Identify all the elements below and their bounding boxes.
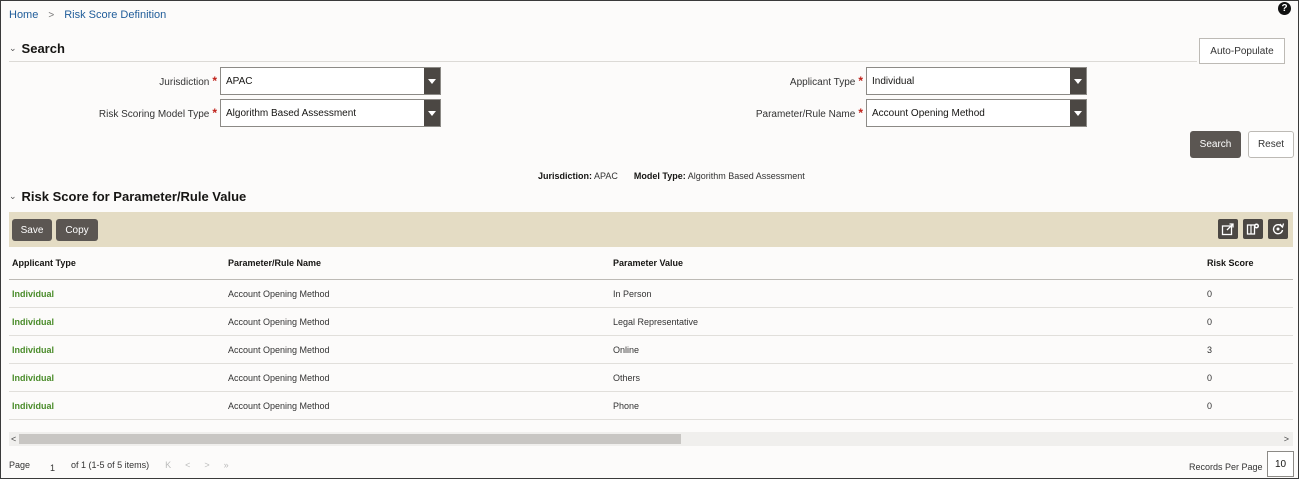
chevron-down-icon: ⌄ bbox=[9, 43, 17, 53]
results-toolbar bbox=[9, 212, 1293, 247]
required-mark: * bbox=[212, 106, 217, 120]
summary-jurisdiction: Jurisdiction: APAC bbox=[538, 171, 618, 181]
parameter-select[interactable]: Account Opening Method bbox=[866, 99, 1087, 127]
required-mark: * bbox=[858, 74, 863, 88]
applicant-type-value: Individual bbox=[872, 75, 915, 87]
summary-model: Model Type: Algorithm Based Assessment bbox=[634, 171, 805, 181]
parameter-value: Account Opening Method bbox=[872, 107, 985, 119]
required-mark: * bbox=[212, 74, 217, 88]
risk-score-cell: 0 bbox=[1207, 372, 1213, 383]
table-row[interactable]: Individual Account Opening Method Online… bbox=[9, 336, 1293, 364]
parameter-value-cell: Phone bbox=[613, 400, 640, 411]
chevron-down-icon[interactable] bbox=[424, 68, 440, 94]
search-button[interactable]: Search bbox=[1190, 131, 1241, 158]
chevron-down-icon: ⌄ bbox=[9, 191, 17, 201]
parameter-value-cell: Online bbox=[613, 344, 640, 355]
save-button[interactable]: Save bbox=[12, 219, 52, 241]
divider bbox=[9, 61, 1197, 62]
page-summary: of 1 (1-5 of 5 items) bbox=[71, 460, 150, 470]
applicant-type-link[interactable]: Individual bbox=[12, 392, 54, 419]
applicant-type-link[interactable]: Individual bbox=[12, 308, 54, 335]
table-row[interactable]: Individual Account Opening Method Phone … bbox=[9, 392, 1293, 420]
column-header-parameter-rule-name[interactable]: Parameter/Rule Name bbox=[228, 247, 321, 279]
parameter-cell: Account Opening Method bbox=[228, 316, 330, 327]
copy-button[interactable]: Copy bbox=[56, 219, 98, 241]
jurisdiction-label: Jurisdiction * bbox=[101, 74, 217, 88]
refresh-icon[interactable] bbox=[1268, 219, 1288, 239]
parameter-value-cell: In Person bbox=[613, 288, 652, 299]
jurisdiction-select[interactable]: APAC bbox=[220, 67, 441, 95]
parameter-cell: Account Opening Method bbox=[228, 372, 330, 383]
risk-score-cell: 3 bbox=[1207, 344, 1213, 355]
scrollbar-thumb[interactable] bbox=[19, 434, 681, 444]
scroll-right-icon[interactable]: > bbox=[1284, 432, 1289, 446]
chevron-down-icon[interactable] bbox=[424, 100, 440, 126]
parameter-cell: Account Opening Method bbox=[228, 344, 330, 355]
required-mark: * bbox=[858, 106, 863, 120]
model-type-label-text: Risk Scoring Model Type bbox=[98, 109, 210, 120]
pagination: Page 1 of 1 (1-5 of 5 items) K < > » bbox=[9, 457, 229, 473]
column-header-applicant-type[interactable]: Applicant Type bbox=[12, 247, 76, 279]
results-section-title: Risk Score for Parameter/Rule Value bbox=[21, 189, 247, 204]
records-per-page-input[interactable]: 10 bbox=[1267, 451, 1294, 477]
summary-jurisdiction-label: Jurisdiction: bbox=[538, 171, 593, 181]
last-page-icon[interactable]: » bbox=[224, 460, 229, 470]
applicant-type-select[interactable]: Individual bbox=[866, 67, 1087, 95]
breadcrumb-home[interactable]: Home bbox=[9, 9, 38, 21]
next-page-icon[interactable]: > bbox=[204, 460, 209, 470]
risk-score-cell: 0 bbox=[1207, 400, 1213, 411]
grid-header: Applicant Type Parameter/Rule Name Param… bbox=[9, 247, 1293, 280]
summary-jurisdiction-value: APAC bbox=[594, 171, 618, 181]
horizontal-scrollbar[interactable]: < > bbox=[9, 432, 1293, 446]
chevron-down-icon[interactable] bbox=[1070, 100, 1086, 126]
breadcrumb-separator: > bbox=[48, 9, 55, 21]
table-row[interactable]: Individual Account Opening Method Legal … bbox=[9, 308, 1293, 336]
help-icon[interactable]: ? bbox=[1278, 2, 1291, 15]
first-page-icon[interactable]: K bbox=[165, 460, 171, 470]
parameter-label: Parameter/Rule Name * bbox=[721, 106, 863, 120]
applicant-type-link[interactable]: Individual bbox=[12, 364, 54, 391]
parameter-cell: Account Opening Method bbox=[228, 288, 330, 299]
summary-model-value: Algorithm Based Assessment bbox=[687, 171, 805, 181]
risk-score-cell: 0 bbox=[1207, 288, 1213, 299]
reset-button[interactable]: Reset bbox=[1248, 131, 1294, 158]
page-number-input[interactable]: 1 bbox=[50, 463, 55, 473]
column-header-risk-score[interactable]: Risk Score bbox=[1207, 247, 1254, 279]
summary-model-label: Model Type: bbox=[633, 171, 686, 181]
search-section-title: Search bbox=[21, 41, 65, 56]
page-label: Page bbox=[9, 460, 31, 470]
table-row[interactable]: Individual Account Opening Method Others… bbox=[9, 364, 1293, 392]
model-type-select[interactable]: Algorithm Based Assessment bbox=[220, 99, 441, 127]
parameter-label-text: Parameter/Rule Name bbox=[755, 109, 856, 120]
chevron-down-icon[interactable] bbox=[1070, 68, 1086, 94]
table-row[interactable]: Individual Account Opening Method In Per… bbox=[9, 280, 1293, 308]
records-per-page-label: Records Per Page bbox=[1189, 462, 1263, 472]
scroll-left-icon[interactable]: < bbox=[11, 432, 16, 446]
page-frame: Home > Risk Score Definition ? ⌄ Search … bbox=[0, 0, 1299, 479]
applicant-type-link[interactable]: Individual bbox=[12, 336, 54, 363]
parameter-cell: Account Opening Method bbox=[228, 400, 330, 411]
parameter-value-cell: Legal Representative bbox=[613, 316, 699, 327]
risk-score-cell: 0 bbox=[1207, 316, 1213, 327]
breadcrumb: Home > Risk Score Definition bbox=[9, 9, 166, 21]
model-type-value: Algorithm Based Assessment bbox=[226, 107, 357, 119]
export-icon[interactable] bbox=[1218, 219, 1238, 239]
model-type-label: Risk Scoring Model Type * bbox=[61, 106, 217, 120]
breadcrumb-current[interactable]: Risk Score Definition bbox=[64, 9, 166, 21]
search-summary: Jurisdiction: APAC Model Type: Algorithm… bbox=[538, 171, 805, 181]
applicant-type-label: Applicant Type * bbox=[741, 74, 863, 88]
auto-populate-button[interactable]: Auto-Populate bbox=[1199, 38, 1285, 64]
jurisdiction-value: APAC bbox=[226, 75, 253, 87]
jurisdiction-label-text: Jurisdiction bbox=[159, 77, 210, 88]
applicant-type-link[interactable]: Individual bbox=[12, 280, 54, 307]
search-section-header[interactable]: ⌄ Search bbox=[9, 41, 65, 56]
parameter-value-cell: Others bbox=[613, 372, 641, 383]
results-section-header[interactable]: ⌄ Risk Score for Parameter/Rule Value bbox=[9, 189, 246, 204]
applicant-type-label-text: Applicant Type bbox=[789, 77, 856, 88]
results-grid: Applicant Type Parameter/Rule Name Param… bbox=[9, 247, 1293, 420]
column-settings-icon[interactable] bbox=[1243, 219, 1263, 239]
column-header-parameter-value[interactable]: Parameter Value bbox=[613, 247, 683, 279]
page-nav: K < > » bbox=[165, 460, 229, 470]
prev-page-icon[interactable]: < bbox=[185, 460, 190, 470]
